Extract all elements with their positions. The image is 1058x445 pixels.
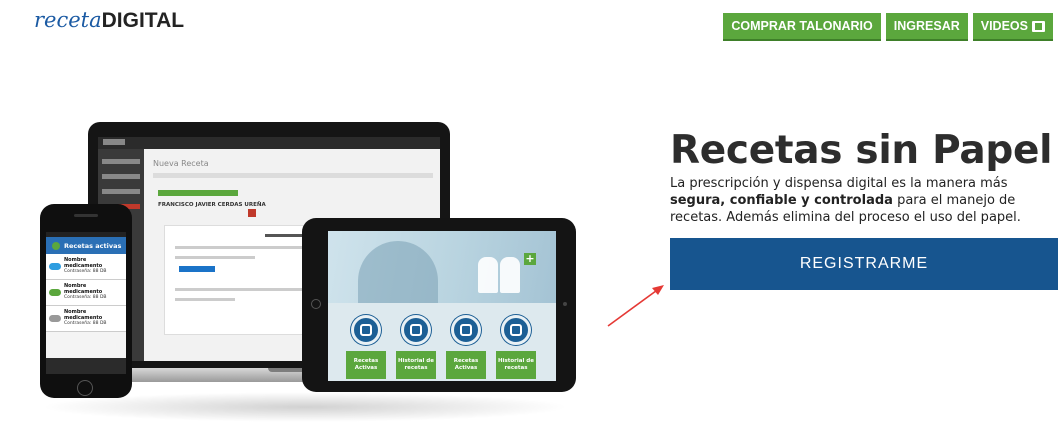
list-item: Nombre medicamento Contraseña: 88 DB <box>46 280 126 306</box>
videos-button[interactable]: VIDEOS <box>972 13 1053 41</box>
app-icon <box>52 241 60 250</box>
phone-header: Recetas activas <box>46 237 126 254</box>
prescription-icon <box>451 315 481 345</box>
comprar-talonario-label: COMPRAR TALONARIO <box>731 19 873 33</box>
registrarme-button[interactable]: REGISTRARME <box>670 238 1058 290</box>
laptop-patient-name: FRANCISCO JAVIER CERDAS UREÑA <box>158 202 266 208</box>
ingresar-label: INGRESAR <box>893 19 960 33</box>
hero-description-bold: segura, confiable y controlada <box>670 193 893 208</box>
tablet-tile-label: Historial de recetas <box>396 351 436 379</box>
tablet-mockup: + Recetas Activas Historial de recetas R… <box>302 218 576 392</box>
prescription-icon <box>351 315 381 345</box>
comprar-talonario-button[interactable]: COMPRAR TALONARIO <box>723 13 881 41</box>
phone-home-button <box>77 380 93 396</box>
logo-text-receta: receta <box>34 8 102 32</box>
registrarme-label: REGISTRARME <box>799 255 929 272</box>
tablet-home-button <box>311 299 321 309</box>
list-item: Nombre medicamento Contraseña: 88 DB <box>46 306 126 332</box>
annotation-arrow-icon <box>607 285 664 327</box>
pill-icon <box>49 315 61 322</box>
tablet-tile: Recetas Activas <box>446 315 486 379</box>
film-icon <box>1032 20 1045 32</box>
plus-icon: + <box>524 252 536 265</box>
person-icon <box>500 257 520 293</box>
pill-icon <box>49 289 61 296</box>
phone-header-title: Recetas activas <box>64 241 122 250</box>
list-item: Nombre medicamento Contraseña: 88 DB <box>46 254 126 280</box>
phone-screen: Recetas activas Nombre medicamento Contra… <box>46 232 126 374</box>
phone-mockup: Recetas activas Nombre medicamento Contra… <box>40 204 132 398</box>
site-logo[interactable]: recetaDIGITAL <box>34 6 184 35</box>
tablet-tile-label: Historial de recetas <box>496 351 536 379</box>
laptop-screen-title: Nueva Receta <box>153 159 209 168</box>
tablet-tile: Recetas Activas <box>346 315 386 379</box>
tablet-tile-label: Recetas Activas <box>446 351 486 379</box>
person-icon <box>478 257 498 293</box>
pill-icon <box>49 263 61 270</box>
history-icon <box>401 315 431 345</box>
top-nav: COMPRAR TALONARIO INGRESAR VIDEOS <box>723 13 1053 41</box>
tablet-tile: Historial de recetas <box>396 315 436 379</box>
tablet-screen: + Recetas Activas Historial de recetas R… <box>328 231 556 381</box>
tablet-tile-label: Recetas Activas <box>346 351 386 379</box>
history-icon <box>501 315 531 345</box>
hero-description-part-1: La prescripción y dispensa digital es la… <box>670 176 1008 191</box>
tablet-tile: Historial de recetas <box>496 315 536 379</box>
hero-title: Recetas sin Papel <box>670 128 1053 173</box>
doctor-image <box>358 241 438 303</box>
ingresar-button[interactable]: INGRESAR <box>885 13 968 41</box>
videos-label: VIDEOS <box>980 19 1028 33</box>
logo-text-digital: DIGITAL <box>101 9 185 32</box>
hero-description: La prescripción y dispensa digital es la… <box>670 175 1040 226</box>
